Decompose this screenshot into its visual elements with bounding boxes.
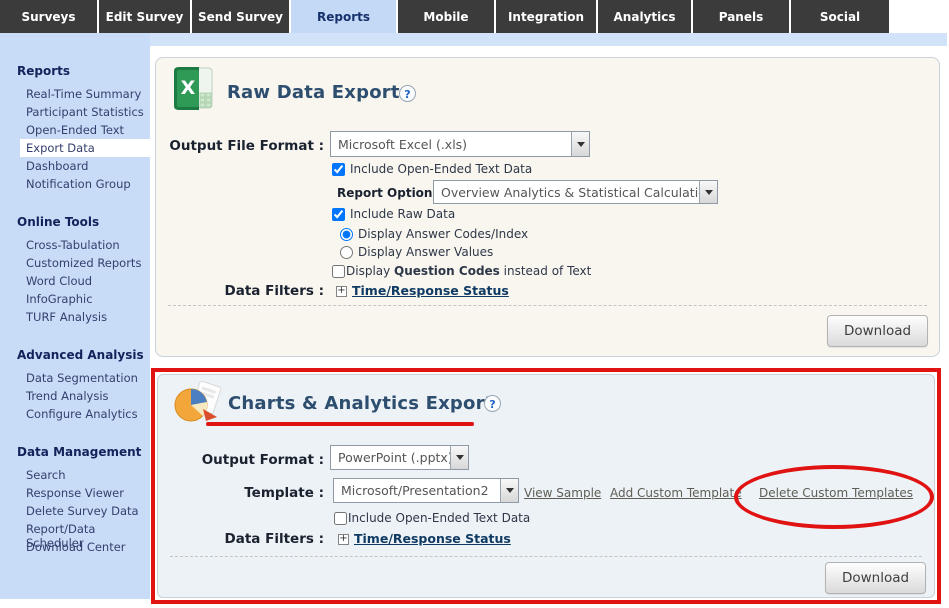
chevron-down-icon — [450, 446, 468, 469]
include-raw-data-checkbox[interactable] — [332, 208, 345, 221]
sidebar-item-download-center[interactable]: Download Center — [0, 538, 150, 556]
include-open-ended-row: Include Open-Ended Text Data — [334, 511, 530, 525]
sidebar-section-title: Reports — [17, 64, 150, 78]
sidebar-section-data-management: Data Management Search Response Viewer D… — [0, 445, 150, 556]
answer-values-radio-row: Display Answer Values — [340, 245, 493, 259]
include-open-ended-label: Include Open-Ended Text Data — [350, 162, 532, 176]
question-codes-row: Display Question Codes instead of Text — [332, 264, 591, 278]
output-file-format-select[interactable]: Microsoft Excel (.xls) — [330, 131, 590, 157]
output-file-format-label: Output File Format : — [156, 138, 324, 154]
include-open-ended-label: Include Open-Ended Text Data — [348, 511, 530, 525]
template-value: Microsoft/Presentation2 — [334, 483, 500, 498]
sidebar-item-real-time-summary[interactable]: Real-Time Summary — [0, 85, 150, 103]
sidebar-item-open-ended-text[interactable]: Open-Ended Text — [0, 121, 150, 139]
tab-social[interactable]: Social — [791, 0, 889, 33]
sidebar-item-trend-analysis[interactable]: Trend Analysis — [0, 387, 150, 405]
include-open-ended-checkbox[interactable] — [332, 163, 345, 176]
report-options-value: Overview Analytics & Statistical Calcula… — [434, 185, 699, 200]
include-raw-data-label: Include Raw Data — [350, 207, 455, 221]
answer-values-label: Display Answer Values — [358, 245, 493, 259]
view-sample-link[interactable]: View Sample — [524, 486, 601, 500]
tab-panels[interactable]: Panels — [693, 0, 789, 33]
sidebar-item-search[interactable]: Search — [0, 466, 150, 484]
tab-edit-survey[interactable]: Edit Survey — [99, 0, 190, 33]
sidebar-item-dashboard[interactable]: Dashboard — [0, 157, 150, 175]
output-file-format-value: Microsoft Excel (.xls) — [331, 137, 571, 152]
template-label: Template : — [158, 485, 324, 501]
sidebar-item-notification-group[interactable]: Notification Group — [0, 175, 150, 193]
answer-values-radio[interactable] — [340, 246, 353, 259]
top-navigation: Surveys Edit Survey Send Survey Reports … — [0, 0, 949, 33]
output-format-select[interactable]: PowerPoint (.pptx) — [330, 445, 469, 470]
sidebar-item-response-viewer[interactable]: Response Viewer — [0, 484, 150, 502]
sidebar-item-data-segmentation[interactable]: Data Segmentation — [0, 369, 150, 387]
pie-chart-icon — [173, 381, 221, 425]
help-icon[interactable]: ? — [484, 395, 501, 412]
sidebar-item-customized-reports[interactable]: Customized Reports — [0, 254, 150, 272]
download-button[interactable]: Download — [825, 562, 926, 594]
sidebar-item-delete-survey-data[interactable]: Delete Survey Data — [0, 502, 150, 520]
sidebar-section-reports: Reports Real-Time Summary Participant St… — [0, 64, 150, 193]
chevron-down-icon — [699, 181, 717, 203]
sidebar-section-advanced-analysis: Advanced Analysis Data Segmentation Tren… — [0, 348, 150, 423]
charts-analytics-export-panel: Charts & Analytics Export ? Output Forma… — [157, 374, 935, 598]
download-button[interactable]: Download — [827, 315, 928, 347]
help-icon[interactable]: ? — [399, 85, 416, 102]
annotation-red-ellipse — [734, 465, 934, 529]
include-raw-data-row: Include Raw Data — [332, 207, 455, 221]
include-open-ended-row: Include Open-Ended Text Data — [332, 162, 532, 176]
template-select[interactable]: Microsoft/Presentation2 — [333, 478, 519, 503]
divider — [170, 556, 922, 557]
page: Surveys Edit Survey Send Survey Reports … — [0, 0, 949, 608]
panel-title: Raw Data Export — [227, 82, 400, 103]
sidebar-section-title: Data Management — [17, 445, 150, 459]
sidebar-item-report-data-scheduler[interactable]: Report/Data Scheduler — [0, 520, 150, 538]
sidebar-section-online-tools: Online Tools Cross-Tabulation Customized… — [0, 215, 150, 326]
answer-codes-radio[interactable] — [340, 228, 353, 241]
sidebar-item-export-data[interactable]: Export Data — [20, 139, 150, 157]
sidebar-section-title: Advanced Analysis — [17, 348, 150, 362]
sidebar-item-word-cloud[interactable]: Word Cloud — [0, 272, 150, 290]
tab-mobile[interactable]: Mobile — [398, 0, 494, 33]
sidebar-item-infographic[interactable]: InfoGraphic — [0, 290, 150, 308]
report-options-select[interactable]: Overview Analytics & Statistical Calcula… — [433, 180, 718, 204]
question-codes-checkbox[interactable] — [332, 265, 345, 278]
sidebar-item-cross-tabulation[interactable]: Cross-Tabulation — [0, 236, 150, 254]
output-format-value: PowerPoint (.pptx) — [331, 450, 450, 465]
divider — [168, 305, 927, 306]
tab-surveys[interactable]: Surveys — [0, 0, 97, 33]
raw-data-export-panel: X Raw Data Export ? Output File Format :… — [155, 57, 940, 357]
sidebar-item-turf-analysis[interactable]: TURF Analysis — [0, 308, 150, 326]
report-options-label: Report Options: — [337, 186, 444, 200]
svg-text:X: X — [181, 77, 196, 99]
annotation-red-box: Charts & Analytics Export ? Output Forma… — [151, 368, 941, 604]
excel-icon: X — [169, 65, 216, 112]
expand-plus-icon[interactable]: + — [338, 534, 349, 545]
time-response-status-link[interactable]: Time/Response Status — [354, 531, 511, 546]
sidebar-item-participant-statistics[interactable]: Participant Statistics — [0, 103, 150, 121]
tab-analytics[interactable]: Analytics — [598, 0, 691, 33]
chevron-down-icon — [571, 132, 589, 156]
add-custom-template-link[interactable]: Add Custom Template — [610, 486, 742, 500]
tab-integration[interactable]: Integration — [496, 0, 596, 33]
sidebar-section-title: Online Tools — [17, 215, 150, 229]
answer-codes-radio-row: Display Answer Codes/Index — [340, 227, 528, 241]
sidebar: Reports Real-Time Summary Participant St… — [0, 33, 150, 599]
sidebar-item-configure-analytics[interactable]: Configure Analytics — [0, 405, 150, 423]
chevron-down-icon — [500, 479, 518, 502]
question-codes-label: Display Question Codes instead of Text — [346, 264, 591, 278]
tab-reports[interactable]: Reports — [291, 0, 396, 33]
panel-title: Charts & Analytics Export — [228, 393, 493, 414]
time-response-status-link[interactable]: Time/Response Status — [352, 283, 509, 298]
answer-codes-label: Display Answer Codes/Index — [358, 227, 528, 241]
annotation-red-underline — [206, 422, 474, 426]
data-filters-label: Data Filters : — [158, 531, 324, 547]
expand-plus-icon[interactable]: + — [336, 286, 347, 297]
data-filters-label: Data Filters : — [156, 283, 324, 299]
include-open-ended-checkbox[interactable] — [334, 512, 347, 525]
tab-send-survey[interactable]: Send Survey — [192, 0, 289, 33]
output-format-label: Output Format : — [158, 452, 324, 468]
